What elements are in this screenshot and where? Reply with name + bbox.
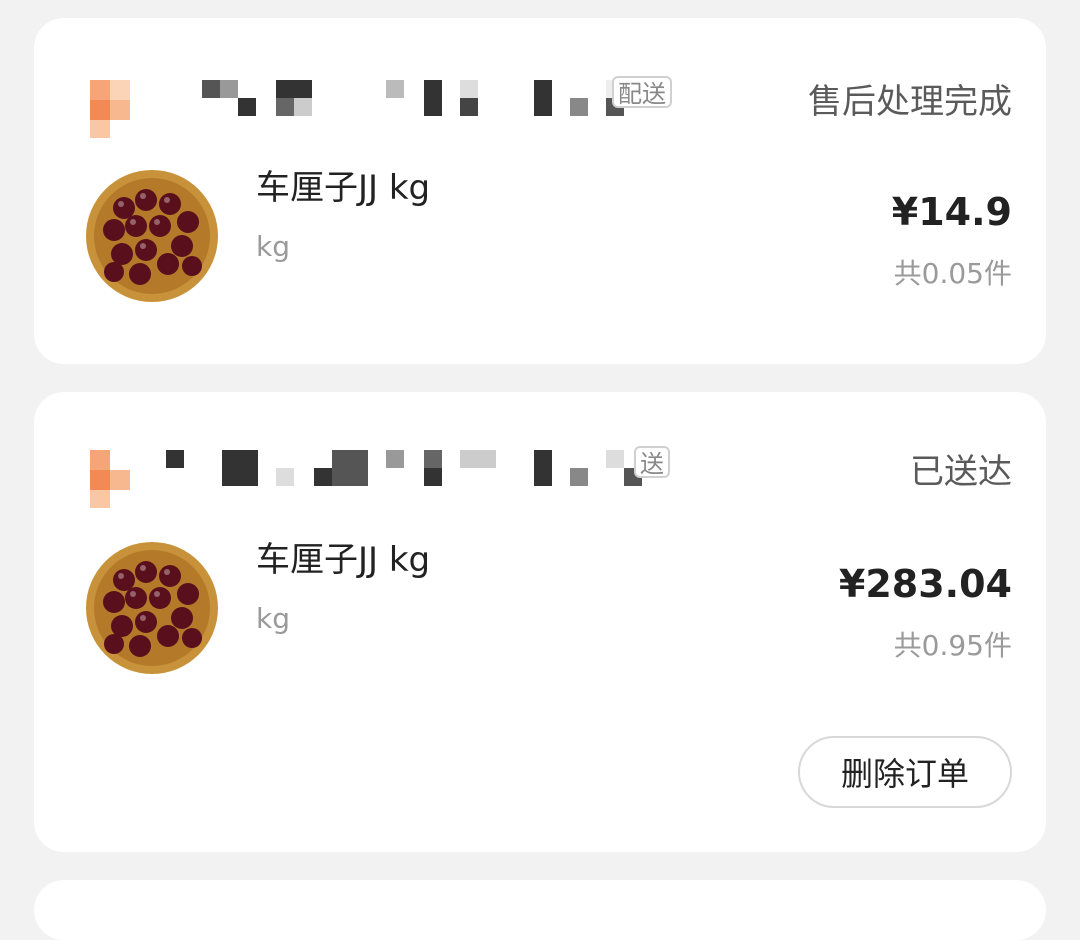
store-logo — [90, 450, 130, 508]
order-status: 已送达 — [910, 452, 1012, 492]
store-name-redacted — [166, 448, 642, 500]
store-name-redacted — [166, 78, 636, 130]
order-price: ¥283.04 — [838, 562, 1012, 606]
order-price: ¥14.9 — [891, 190, 1012, 234]
order-quantity: 共0.95件 — [893, 629, 1012, 662]
order-card-partial[interactable] — [34, 880, 1046, 940]
delivery-tag: 送 — [634, 446, 670, 478]
order-card[interactable]: 配送 售后处理完成 车厘子JJ kg kg ¥14.9 共0.05件 — [34, 18, 1046, 364]
order-status: 售后处理完成 — [808, 82, 1012, 122]
product-title[interactable]: 车厘子JJ kg — [256, 532, 430, 581]
order-quantity: 共0.05件 — [893, 257, 1012, 290]
order-card[interactable]: 送 已送达 车厘子JJ kg kg ¥283.04 共0.95件 删除订单 — [34, 392, 1046, 852]
product-title[interactable]: 车厘子JJ kg — [256, 160, 430, 209]
delivery-tag: 配送 — [612, 76, 672, 108]
cherries-product-image[interactable] — [84, 168, 220, 304]
product-spec: kg — [256, 602, 290, 635]
product-spec: kg — [256, 230, 290, 263]
cherries-product-image[interactable] — [84, 540, 220, 676]
store-logo — [90, 80, 130, 138]
delete-order-button[interactable]: 删除订单 — [798, 736, 1012, 808]
